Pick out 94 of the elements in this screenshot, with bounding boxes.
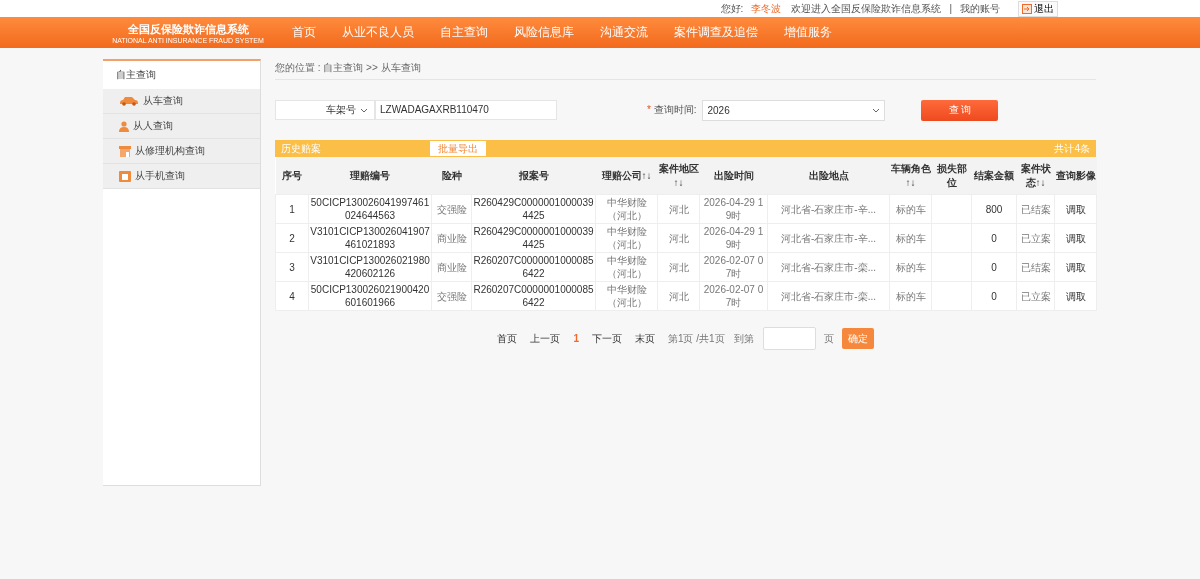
page-link[interactable]: 末页 [634,331,655,346]
table-cell: R260207C00000010000856422 [473,284,594,308]
page-link[interactable]: 首页 [497,331,518,346]
table-cell: 已立案 [1020,290,1051,302]
sidebar-item[interactable]: 从车查询 [103,89,260,114]
table-cell: 已结案 [1020,261,1051,273]
table-cell: 河北省-石家庄市-辛... [781,232,876,244]
storefront-icon [119,145,131,157]
table-cell: 0 [991,261,997,273]
total-count: 共计4条 [1054,141,1090,156]
separator-text: | [949,3,952,14]
welcome-text: 欢迎进入全国反保险欺诈信息系统 [791,1,942,16]
table-cell: V3101CICP130026021980420602126 [310,255,430,279]
table-cell: 标的车 [895,261,926,273]
table-cell: 0 [991,290,997,302]
table-cell: 2026-02-07 07时 [703,284,764,308]
column-header: 险种 [431,157,472,195]
table-cell: 标的车 [895,232,926,244]
table-cell: 50CICP130026041997461024644563 [310,197,430,221]
table-cell: R260429C00000010000394425 [473,226,594,250]
column-header: 报案号 [471,157,596,195]
table-cell: 800 [985,203,1003,215]
table-cell: 标的车 [895,203,926,215]
sidebar-title: 自主查询 [115,68,157,82]
table-cell: 已立案 [1020,232,1051,244]
table-cell: 河北省-石家庄市-栾... [781,290,876,302]
table-cell: 2 [289,232,295,244]
query-time-select[interactable]: 2026 [702,99,886,121]
page-unit-text: 页 [823,331,834,346]
page-status-text: 到第 [733,331,754,346]
table-cell: 2026-04-29 19时 [703,197,764,221]
caret-icon [872,107,881,113]
table-cell: 河北 [668,261,689,273]
table-cell: 中华财险（河北） [606,197,647,221]
column-header: 理赔编号 [308,157,432,195]
table-cell: 交强险 [436,290,467,302]
view-images-link[interactable]: 调取 [1065,290,1086,302]
table-cell: 商业险 [436,261,467,273]
page-link[interactable]: 下一页 [591,331,622,346]
car-icon [119,96,139,106]
view-images-link[interactable]: 调取 [1065,261,1086,273]
logout-button[interactable]: 退出 [1018,0,1058,17]
breadcrumb: 您的位置 : 自主查询 >> 从车查询 [275,59,1096,80]
exit-icon [1022,3,1032,14]
sidebar-item[interactable]: 从人查询 [103,114,260,139]
column-header: 出险地点 [767,157,890,195]
table-cell: 50CICP130026021900420601601966 [310,284,430,308]
table-cell: 中华财险（河北） [606,284,647,308]
table-cell: 河北省-石家庄市-辛... [781,203,876,215]
greeting-text: 您好: [720,1,744,16]
caret-icon [360,107,368,113]
table-cell: 交强险 [436,203,467,215]
table-cell: 中华财险（河北） [606,255,647,279]
table-cell: R260429C00000010000394425 [473,197,594,221]
user-name: 李冬波 [751,1,782,16]
table-cell: 河北省-石家庄市-栾... [781,261,876,273]
table-cell: 4 [289,290,295,302]
column-header[interactable]: 理赔公司↑↓ [595,157,658,195]
table-cell: 2026-04-29 19时 [703,226,764,250]
column-header[interactable]: 案件状态↑↓ [1016,157,1055,195]
column-header: 结案金额 [971,157,1017,195]
table-cell: 1 [289,203,295,215]
table-cell: 河北 [668,290,689,302]
column-header: 序号 [275,157,309,195]
table-cell: 2026-02-07 07时 [703,255,764,279]
table-cell: R260207C00000010000856422 [473,255,594,279]
phone-card-icon [119,170,131,182]
table-cell: 商业险 [436,232,467,244]
column-header: 出险时间 [699,157,768,195]
page-status-text: 第1页 /共1页 [667,331,725,346]
table-cell: 河北 [668,203,689,215]
search-type-select[interactable]: 车架号 [275,100,375,120]
my-account-link[interactable]: 我的账号 [960,1,1000,16]
table-cell: 标的车 [895,290,926,302]
view-images-link[interactable]: 调取 [1065,232,1086,244]
table-cell: 已结案 [1020,203,1051,215]
table-cell: 3 [289,261,295,273]
column-header: 损失部位 [931,157,972,195]
sidebar-item[interactable]: 从修理机构查询 [103,139,260,164]
page-number-field[interactable] [762,327,816,350]
page-link[interactable]: 上一页 [530,331,561,346]
table-cell: 中华财险（河北） [606,226,647,250]
view-images-link[interactable]: 调取 [1065,203,1086,215]
table-title: 历史赔案 [281,141,321,156]
column-header: 查询影像 [1054,157,1097,195]
person-icon [119,120,129,132]
table-cell: V3101CICP130026041907461021893 [310,226,430,250]
table-cell: 河北 [668,232,689,244]
query-time-label: * 查询时间: [647,103,697,117]
column-header[interactable]: 车辆角色↑↓ [889,157,932,195]
column-header[interactable]: 案件地区↑↓ [657,157,700,195]
vin-input-field[interactable]: LZWADAGAXRB110470 [375,100,557,120]
table-cell: 0 [991,232,997,244]
sidebar-item[interactable]: 从手机查询 [103,164,260,189]
